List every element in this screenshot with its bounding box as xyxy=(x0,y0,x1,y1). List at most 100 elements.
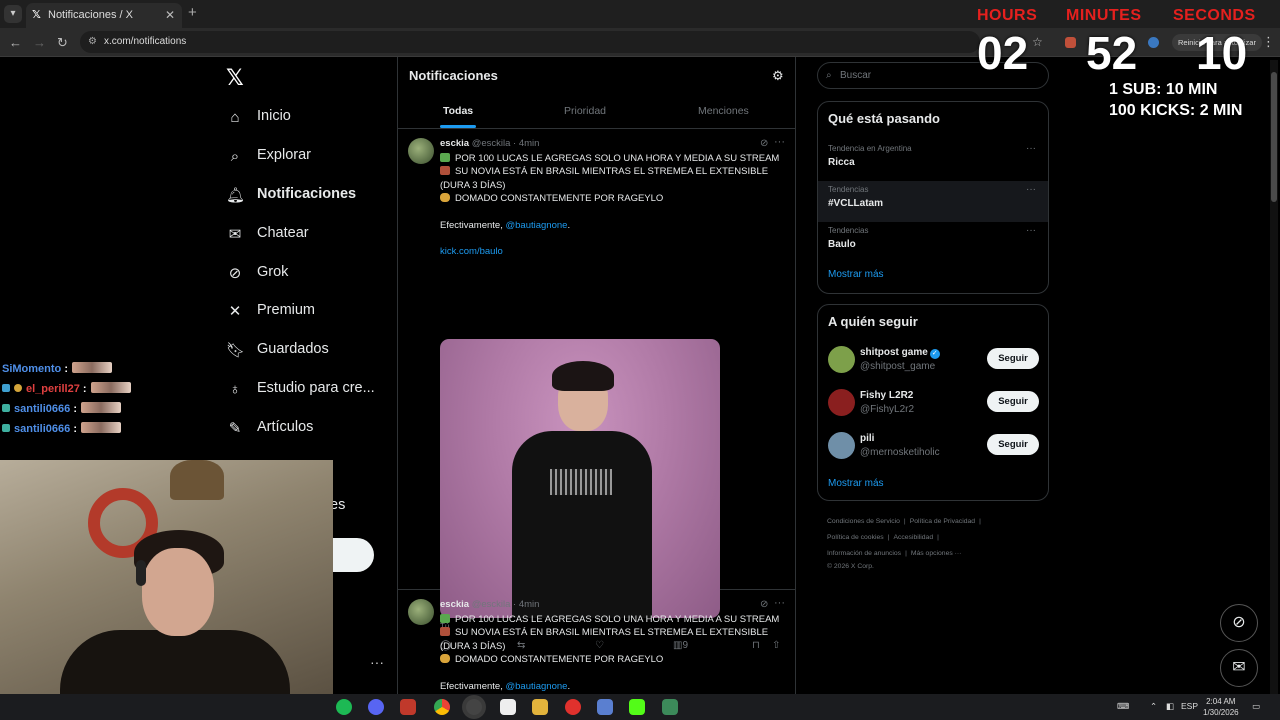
avatar[interactable] xyxy=(828,432,855,459)
avatar[interactable] xyxy=(828,389,855,416)
extension-icon[interactable] xyxy=(1065,37,1076,48)
nav-item-chat[interactable]: ✉ Chatear xyxy=(220,222,390,254)
tab-search-button[interactable]: ▾ xyxy=(4,5,22,23)
cookies-link[interactable]: Política de cookies xyxy=(827,534,884,541)
hours-value: 02 xyxy=(977,27,1029,79)
trend-item[interactable]: Tendencia en Argentina Ricca ··· xyxy=(818,140,1048,181)
more-icon[interactable]: ··· xyxy=(1026,143,1036,154)
discord-icon[interactable] xyxy=(368,699,384,715)
keyboard-icon[interactable]: ⌨ xyxy=(1117,701,1129,712)
avatar[interactable] xyxy=(408,599,434,625)
suggestion-name: Fishy L2R2 xyxy=(860,390,914,401)
trend-item[interactable]: Tendencias #VCLLatam ··· xyxy=(818,181,1048,222)
folder-icon[interactable] xyxy=(532,699,548,715)
chat-sep: : xyxy=(61,363,69,375)
follow-suggestion[interactable]: Fishy L2R2 @FishyL2r2 Seguir xyxy=(818,381,1048,425)
author-name[interactable]: esckia xyxy=(440,138,469,149)
app-icon[interactable] xyxy=(662,699,678,715)
follow-button[interactable]: Seguir xyxy=(987,391,1039,412)
close-tab-icon[interactable]: ✕ xyxy=(165,3,175,28)
nav-item-creator-studio[interactable]: ♁ Estudio para cre... xyxy=(220,377,390,409)
post-button[interactable] xyxy=(330,538,374,572)
who-to-follow-card: A quién seguir shitpost game ✓ @shitpost_… xyxy=(817,304,1049,501)
grok-fab-icon[interactable]: ⊘ xyxy=(1220,604,1258,642)
more-icon[interactable]: ··· xyxy=(1026,184,1036,195)
notifications-tray-icon[interactable]: ▭ xyxy=(1252,701,1260,712)
mention-link[interactable]: @bautiagnone xyxy=(505,220,567,231)
messages-fab-icon[interactable]: ✉ xyxy=(1220,649,1258,687)
kick-link[interactable]: kick.com/baulo xyxy=(440,245,792,258)
nav-item-notifications[interactable]: 🔔︎ Notificaciones xyxy=(220,183,390,215)
app-icon[interactable] xyxy=(500,699,516,715)
nav-item-bookmarks[interactable]: 🔖︎ Guardados xyxy=(220,338,390,370)
ads-info-link[interactable]: Información de anuncios xyxy=(827,550,901,557)
x-logo-icon[interactable]: 𝕏 xyxy=(226,65,244,91)
app-icon[interactable] xyxy=(597,699,613,715)
chat-emote-icon xyxy=(81,402,121,413)
lang-indicator[interactable]: ESP xyxy=(1181,701,1198,711)
more-options-link[interactable]: Más opciones ··· xyxy=(911,550,962,557)
avatar[interactable] xyxy=(828,346,855,373)
site-info-icon[interactable]: ⚙ xyxy=(88,31,97,53)
spotify-icon[interactable] xyxy=(336,699,352,715)
browser-menu-icon[interactable]: ⋮ xyxy=(1262,34,1275,50)
tray-chevron-icon[interactable]: ⌃ xyxy=(1150,701,1157,712)
account-menu-icon[interactable]: ··· xyxy=(370,654,384,670)
tab-priority[interactable]: Prioridad xyxy=(564,105,606,117)
follow-button[interactable]: Seguir xyxy=(987,434,1039,455)
grok-icon[interactable]: ⊘ xyxy=(760,599,768,610)
show-more-link[interactable]: Mostrar más xyxy=(828,478,884,489)
trend-item[interactable]: Tendencias Baulo ··· xyxy=(818,222,1048,263)
bookmark-star-icon[interactable]: ☆ xyxy=(1032,35,1043,49)
chrome-icon[interactable] xyxy=(434,699,450,715)
follow-suggestion[interactable]: shitpost game ✓ @shitpost_game Seguir xyxy=(818,338,1048,382)
new-tab-button[interactable]: + xyxy=(188,4,197,21)
mention-link[interactable]: @bautiagnone xyxy=(505,681,567,692)
post-card[interactable]: esckia @esckila · 4min ⊘ ··· POR 100 LUC… xyxy=(398,130,795,651)
privacy-link[interactable]: Política de Privacidad xyxy=(910,518,975,525)
browser-tab[interactable]: 𝕏 Notificaciones / X ✕ xyxy=(26,3,182,28)
nav-item-grok[interactable]: ⊘ Grok xyxy=(220,261,390,293)
reload-icon[interactable]: ↻ xyxy=(57,35,68,51)
nav-item-explore[interactable]: ⌕ Explorar xyxy=(220,144,390,176)
nav-item-articles[interactable]: ✎ Artículos xyxy=(220,416,390,448)
clock[interactable]: 2:04 AM 1/30/2026 xyxy=(1203,696,1239,718)
nav-item-home[interactable]: ⌂ Inicio xyxy=(220,105,390,137)
search-placeholder: Buscar xyxy=(840,70,872,81)
search-icon: ⌕ xyxy=(230,148,240,165)
accessibility-link[interactable]: Accesibilidad xyxy=(893,534,933,541)
grok-icon[interactable]: ⊘ xyxy=(760,138,768,149)
money-emoji-icon xyxy=(440,614,450,623)
forward-icon[interactable]: → xyxy=(33,35,46,50)
show-more-link[interactable]: Mostrar más xyxy=(828,269,884,280)
avatar[interactable] xyxy=(408,138,434,164)
terms-link[interactable]: Condiciones de Servicio xyxy=(827,518,900,525)
address-bar[interactable]: ⚙ x.com/notifications xyxy=(80,31,980,53)
notifications-column: Notificaciones ⚙ Todas Prioridad Mencion… xyxy=(397,57,796,694)
kick-icon[interactable] xyxy=(629,699,645,715)
settings-gear-icon[interactable]: ⚙ xyxy=(772,68,784,84)
tab-all[interactable]: Todas xyxy=(443,105,473,117)
opera-icon[interactable] xyxy=(565,699,581,715)
post-image[interactable] xyxy=(440,339,720,618)
app-icon[interactable] xyxy=(400,699,416,715)
scrollbar-thumb[interactable] xyxy=(1271,72,1277,202)
more-icon[interactable]: ··· xyxy=(774,136,785,148)
post-card[interactable]: esckia @esckila · 4min ⊘ ··· POR 100 LUC… xyxy=(398,591,795,694)
follow-button[interactable]: Seguir xyxy=(987,348,1039,369)
suggestion-handle: @shitpost_game xyxy=(860,361,936,372)
author-name[interactable]: esckia xyxy=(440,599,469,610)
more-icon[interactable]: ··· xyxy=(774,597,785,609)
profile-icon[interactable] xyxy=(1148,37,1159,48)
tab-mentions[interactable]: Menciones xyxy=(698,105,749,117)
author-handle: @esckila · 4min xyxy=(471,138,540,149)
post-line: POR 100 LUCAS LE AGREGAS SOLO UNA HORA Y… xyxy=(455,614,780,625)
back-icon[interactable]: ← xyxy=(9,35,22,50)
nav-item-premium[interactable]: ✕ Premium xyxy=(220,299,390,331)
network-icon[interactable]: ◧ xyxy=(1166,701,1174,712)
post-line: DOMADO CONSTANTEMENTE POR RAGEYLO xyxy=(455,654,664,666)
obs-icon[interactable] xyxy=(466,699,482,715)
more-icon[interactable]: ··· xyxy=(1026,225,1036,236)
chat-sep: : xyxy=(70,423,77,435)
follow-suggestion[interactable]: pili @mernosketiholic Seguir xyxy=(818,424,1048,468)
